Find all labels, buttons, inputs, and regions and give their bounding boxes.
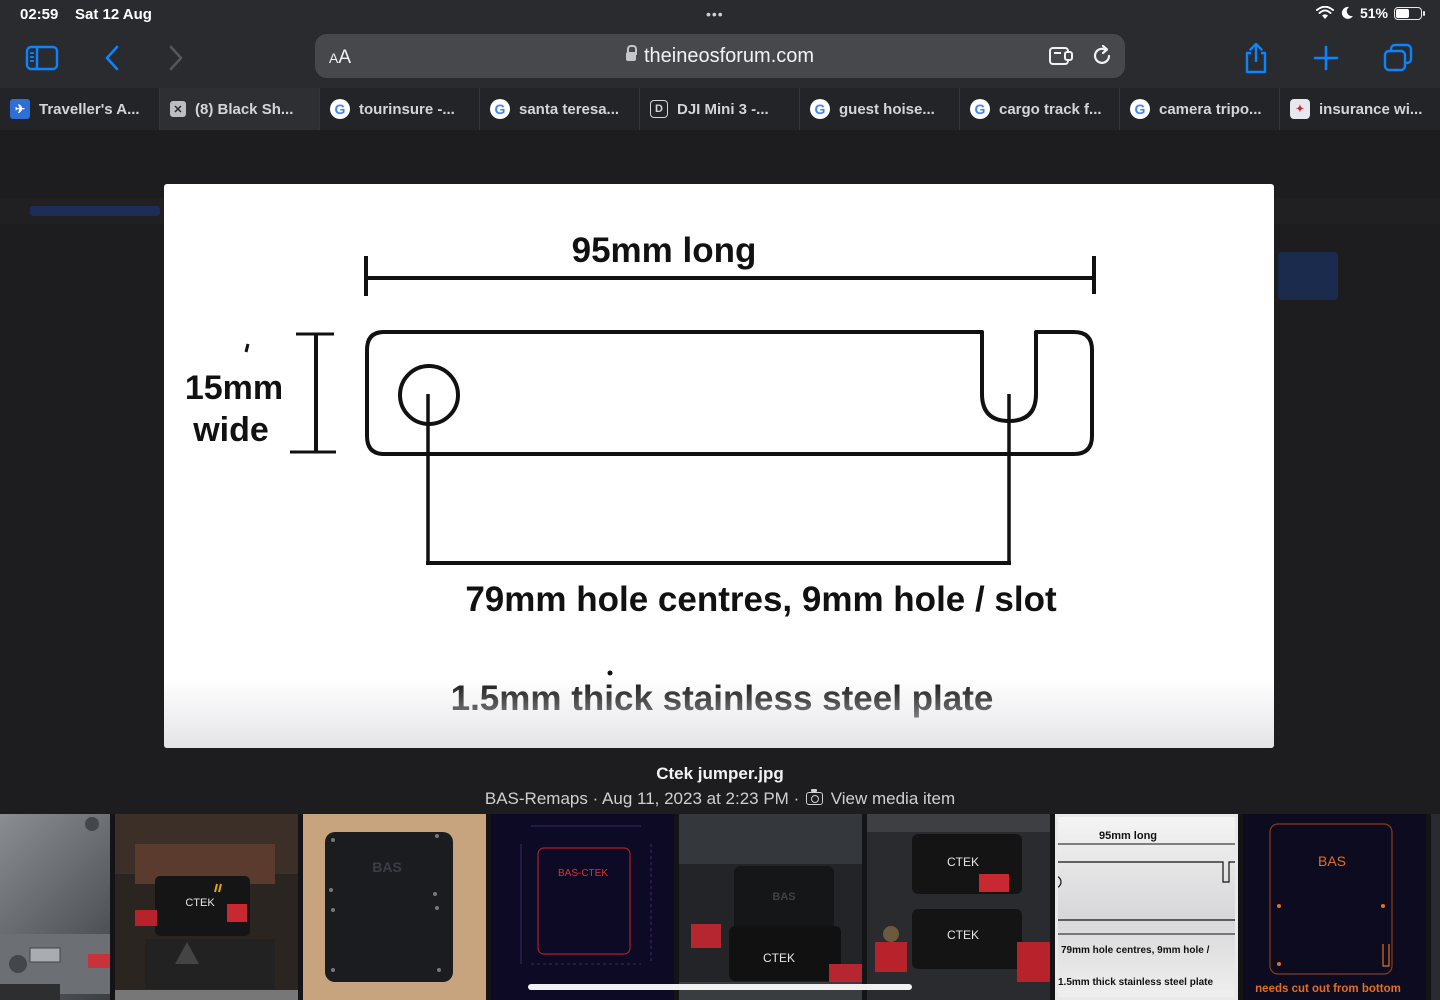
wifi-icon bbox=[1315, 6, 1334, 19]
width-label-line1: 15mm bbox=[185, 369, 283, 407]
thumbnail[interactable]: BAS needs cut out from bottom bbox=[1243, 814, 1426, 1000]
x-favicon-icon: ✕ bbox=[170, 101, 186, 117]
reload-icon[interactable] bbox=[1090, 44, 1114, 68]
media-filename: Ctek jumper.jpg bbox=[656, 764, 784, 783]
tab-tourinsure[interactable]: G tourinsure -... bbox=[320, 88, 480, 130]
thumbnail[interactable] bbox=[0, 814, 110, 1000]
thumbnail[interactable]: BAS-CTEK bbox=[491, 814, 674, 1000]
media-meta: BAS-Remaps · Aug 11, 2023 at 2:23 PM · V… bbox=[0, 789, 1440, 809]
page-button bbox=[1278, 252, 1338, 300]
width-label-line2: wide bbox=[192, 411, 269, 449]
view-media-link[interactable]: View media item bbox=[831, 789, 955, 808]
lock-icon bbox=[625, 45, 637, 61]
moon-icon bbox=[1341, 6, 1353, 19]
tab-black-sheep[interactable]: ✕ (8) Black Sh... bbox=[160, 88, 320, 130]
tab-title: guest hoise... bbox=[839, 100, 935, 118]
google-favicon-icon: G bbox=[490, 99, 510, 119]
new-tab-button[interactable] bbox=[1308, 40, 1344, 76]
tab-travellers[interactable]: ✈ Traveller's A... bbox=[0, 88, 160, 130]
tab-insurance[interactable]: ✦ insurance wi... bbox=[1280, 88, 1440, 130]
d-favicon-icon: D bbox=[650, 100, 668, 118]
material-label: 1.5mm thick stainless steel plate bbox=[451, 679, 994, 718]
tab-title: insurance wi... bbox=[1319, 100, 1423, 118]
tab-title: Traveller's A... bbox=[39, 100, 140, 118]
tab-bar: ✈ Traveller's A... ✕ (8) Black Sh... G t… bbox=[0, 88, 1440, 130]
thumb-caption: needs cut out from bottom bbox=[1255, 983, 1401, 995]
bracket-diagram: 95mm long 15mm wide 79mm hole centres, 9… bbox=[185, 231, 1096, 718]
tab-title: camera tripo... bbox=[1159, 100, 1262, 118]
thumbnail[interactable]: BAS bbox=[303, 814, 486, 1000]
insurance-favicon-icon: ✦ bbox=[1290, 99, 1310, 119]
stray-dot bbox=[607, 670, 613, 676]
lightbox-image[interactable]: 95mm long 15mm wide 79mm hole centres, 9… bbox=[164, 184, 1274, 748]
status-bar: 02:59 Sat 12 Aug ••• 51% bbox=[0, 0, 1440, 28]
google-favicon-icon: G bbox=[330, 99, 350, 119]
thumb-brand: 95mm long bbox=[1099, 830, 1157, 842]
stray-mark bbox=[244, 343, 250, 353]
back-button[interactable] bbox=[94, 40, 130, 76]
travel-favicon-icon: ✈ bbox=[10, 99, 30, 119]
tab-dji-mini[interactable]: D DJI Mini 3 -... bbox=[640, 88, 800, 130]
thumbnail-edge bbox=[1431, 814, 1440, 1000]
tab-cargo-track[interactable]: G cargo track f... bbox=[960, 88, 1120, 130]
tab-title: DJI Mini 3 -... bbox=[677, 100, 769, 118]
thumbnail[interactable]: BAS CTEK bbox=[679, 814, 862, 1000]
tab-guest-hoise[interactable]: G guest hoise... bbox=[800, 88, 960, 130]
thumb-line3: 1.5mm thick stainless steel plate bbox=[1058, 977, 1214, 988]
thumbnail-strip: CTEK BAS BAS-CTEK BAS CTEK CTEK CTEK 95m… bbox=[0, 814, 1440, 1000]
holes-label: 79mm hole centres, 9mm hole / slot bbox=[465, 580, 1057, 619]
status-date: Sat 12 Aug bbox=[75, 6, 152, 23]
thumb-brand: CTEK bbox=[947, 855, 979, 869]
tab-title: (8) Black Sh... bbox=[195, 100, 294, 118]
battery-icon bbox=[1394, 6, 1425, 20]
home-indicator[interactable] bbox=[528, 984, 912, 990]
tab-title: tourinsure -... bbox=[359, 100, 455, 118]
svg-text:CTEK: CTEK bbox=[763, 951, 795, 965]
plate-outline bbox=[365, 330, 1094, 456]
browser-toolbar: AA theineosforum.com bbox=[0, 28, 1440, 88]
google-favicon-icon: G bbox=[970, 99, 990, 119]
thumb-brand: CTEK bbox=[185, 897, 215, 909]
status-time: 02:59 bbox=[20, 6, 59, 23]
thumb-line2: 79mm hole centres, 9mm hole / bbox=[1061, 945, 1210, 956]
share-button[interactable] bbox=[1238, 40, 1274, 76]
thumbnail[interactable]: CTEK CTEK bbox=[867, 814, 1050, 1000]
tab-camera-tripod[interactable]: G camera tripo... bbox=[1120, 88, 1280, 130]
url-text: theineosforum.com bbox=[643, 45, 815, 67]
url-display[interactable]: theineosforum.com bbox=[315, 45, 1125, 68]
status-indicators: 51% bbox=[1315, 5, 1425, 21]
tab-santa-teresa[interactable]: G santa teresa... bbox=[480, 88, 640, 130]
google-favicon-icon: G bbox=[810, 99, 830, 119]
thumb-brand: BAS bbox=[1318, 853, 1346, 869]
multitasking-dots-icon[interactable]: ••• bbox=[706, 6, 724, 22]
thumb-brand: BAS bbox=[372, 859, 402, 875]
thumbnail[interactable]: CTEK bbox=[115, 814, 298, 1000]
media-author-date: BAS-Remaps · Aug 11, 2023 at 2:23 PM · bbox=[484, 789, 800, 808]
battery-percent: 51% bbox=[1359, 5, 1388, 21]
tab-title: cargo track f... bbox=[999, 100, 1102, 118]
thumbnail-selected[interactable]: 95mm long 79mm hole centres, 9mm hole / … bbox=[1055, 814, 1238, 1000]
page-logo bbox=[30, 206, 160, 216]
thumb-brand: BAS bbox=[772, 891, 795, 903]
google-favicon-icon: G bbox=[1130, 99, 1150, 119]
sidebar-toggle-icon[interactable] bbox=[24, 40, 60, 76]
tab-overview-button[interactable] bbox=[1380, 40, 1416, 76]
camera-icon bbox=[805, 789, 823, 805]
forward-button[interactable] bbox=[158, 40, 194, 76]
tab-title: santa teresa... bbox=[519, 100, 620, 118]
svg-text:CTEK: CTEK bbox=[947, 928, 979, 942]
extensions-icon[interactable] bbox=[1048, 45, 1076, 67]
thumb-brand: BAS-CTEK bbox=[558, 868, 608, 879]
length-label: 95mm long bbox=[572, 231, 757, 270]
address-bar[interactable]: AA theineosforum.com bbox=[315, 34, 1125, 78]
